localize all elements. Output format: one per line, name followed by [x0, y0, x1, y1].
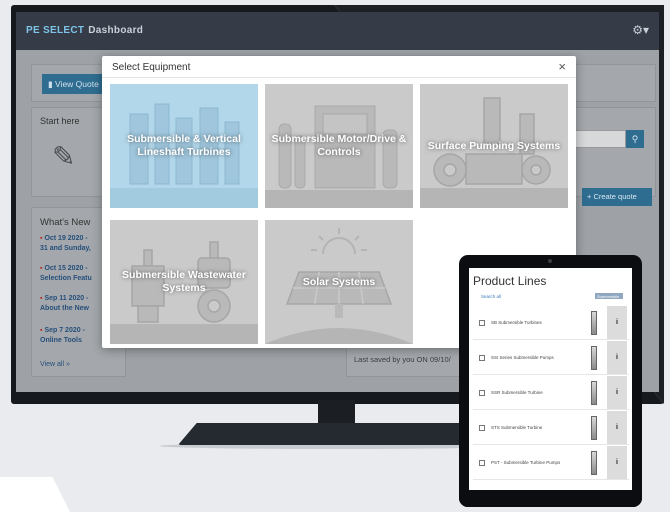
search-icon: ⚲: [631, 134, 639, 144]
news-text: Selection Featu: [40, 275, 92, 282]
product-row[interactable]: PST - Submersible Turbine Pumps i: [473, 446, 629, 480]
product-label: SSI Series Submersible Pumps: [491, 355, 554, 360]
info-icon[interactable]: i: [607, 376, 627, 409]
product-checkbox[interactable]: [479, 390, 485, 396]
start-here-heading: Start here: [40, 116, 80, 126]
product-image: [591, 416, 597, 440]
news-text: Online Tools: [40, 337, 82, 344]
last-saved-text: Last saved by you ON 09/10/: [354, 355, 451, 364]
product-row[interactable]: STS Submersible Turbine i: [473, 411, 629, 445]
product-label: SSR Submersible Turbine: [491, 390, 543, 395]
tablet-device: Product Lines Search all Submersible SB …: [459, 255, 642, 507]
tile-submersible-wastewater-systems[interactable]: Submersible Wastewater Systems: [110, 220, 258, 344]
news-date: Oct 19 2020 -: [44, 235, 88, 242]
search-all-link[interactable]: Search all: [481, 294, 501, 299]
tablet-bottom-bezel: [459, 490, 642, 507]
product-label: STS Submersible Turbine: [491, 425, 543, 430]
view-quote-label: View Quote: [55, 79, 99, 89]
info-icon[interactable]: i: [607, 446, 627, 479]
info-icon[interactable]: i: [607, 306, 627, 339]
news-text: 31 and Sunday,: [40, 245, 91, 252]
search-button[interactable]: ⚲: [626, 130, 644, 148]
category-dropdown[interactable]: Submersible: [595, 293, 623, 299]
tablet-camera-icon: [548, 259, 552, 263]
info-icon[interactable]: i: [607, 341, 627, 374]
create-quote-button[interactable]: + Create quote: [582, 188, 652, 206]
settings-gear-icon[interactable]: ⚙▾: [632, 23, 649, 37]
tile-solar-systems[interactable]: Solar Systems: [265, 220, 413, 344]
product-lines-title: Product Lines: [473, 274, 547, 288]
view-all-link[interactable]: View all »: [40, 361, 70, 368]
product-checkbox[interactable]: [479, 425, 485, 431]
product-image: [591, 451, 597, 475]
tile-label: Submersible & Vertical Lineshaft Turbine…: [127, 133, 241, 158]
monitor-stand-base: [178, 423, 490, 445]
tile-vertical-lineshaft-turbines[interactable]: Submersible & Vertical Lineshaft Turbine…: [110, 84, 258, 208]
modal-header: Select Equipment ×: [102, 56, 576, 78]
modal-title: Select Equipment: [112, 62, 191, 73]
tile-motor-drive-controls[interactable]: Submersible Motor/Drive & Controls: [265, 84, 413, 208]
tablet-screen: Product Lines Search all Submersible SB …: [469, 268, 632, 490]
news-text: About the New: [40, 305, 89, 312]
product-image: [591, 381, 597, 405]
page-title: Dashboard: [88, 25, 144, 36]
product-row[interactable]: SSR Submersible Turbine i: [473, 376, 629, 410]
close-icon[interactable]: ×: [558, 59, 566, 74]
product-row[interactable]: SB Submersible Turbines i: [473, 306, 629, 340]
top-navbar: PE SELECT Dashboard ⚙▾: [16, 12, 659, 50]
product-label: PST - Submersible Turbine Pumps: [491, 460, 561, 465]
product-row[interactable]: SSI Series Submersible Pumps i: [473, 341, 629, 375]
product-image: [591, 346, 597, 370]
logo-text: PE SELECT: [26, 25, 85, 36]
product-checkbox[interactable]: [479, 320, 485, 326]
news-date: Sep 11 2020 -: [44, 295, 89, 302]
news-date: Sep 7 2020 -: [44, 327, 85, 334]
document-icon: ▮: [48, 79, 56, 89]
tile-label: Submersible Motor/Drive & Controls: [271, 133, 407, 158]
product-checkbox[interactable]: [479, 460, 485, 466]
product-image: [591, 311, 597, 335]
product-label: SB Submersible Turbines: [491, 320, 542, 325]
tile-label: Solar Systems: [302, 275, 376, 288]
info-icon[interactable]: i: [607, 411, 627, 444]
product-checkbox[interactable]: [479, 355, 485, 361]
tile-label: Submersible Wastewater Systems: [122, 269, 246, 294]
tile-surface-pumping-systems[interactable]: Surface Pumping Systems: [420, 84, 568, 208]
app-logo[interactable]: PE SELECT Dashboard: [26, 25, 143, 36]
background-corner: [0, 477, 70, 512]
whats-new-heading: What's New: [40, 217, 91, 228]
search-input[interactable]: [571, 130, 626, 148]
news-date: Oct 15 2020 -: [44, 265, 88, 272]
tile-label: Surface Pumping Systems: [427, 139, 561, 152]
pencil-ruler-icon[interactable]: ✎: [52, 140, 75, 173]
